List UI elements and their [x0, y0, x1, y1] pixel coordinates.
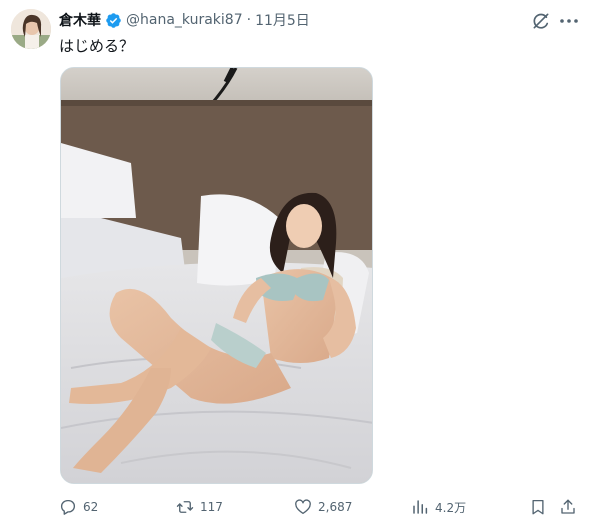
retweet-button[interactable]: 117 [176, 496, 223, 518]
tweet-date[interactable]: 11月5日 [255, 10, 310, 30]
like-button[interactable]: 2,687 [294, 496, 352, 518]
more-dots-icon[interactable] [558, 11, 580, 31]
reply-count: 62 [83, 500, 99, 514]
grok-icon[interactable] [531, 11, 551, 31]
bookmark-button[interactable] [529, 496, 547, 518]
share-icon [561, 499, 575, 514]
reply-icon [60, 499, 75, 515]
views-button[interactable]: 4.2万 [411, 496, 466, 518]
views-count: 4.2万 [435, 500, 467, 515]
reply-button[interactable]: 62 [59, 496, 98, 518]
views-chart-icon [413, 500, 428, 514]
like-count: 2,687 [318, 500, 353, 514]
tweet-photo[interactable] [60, 67, 373, 484]
verified-badge-icon [105, 12, 122, 29]
header-separator: · [246, 12, 252, 28]
tweet-header: 倉木華 @hana_kuraki87 · 11月5日 [59, 10, 310, 30]
bookmark-icon [532, 499, 544, 515]
retweet-count: 117 [200, 500, 223, 514]
tweet-text: はじめる？ [59, 37, 135, 55]
tweet-action-bar: 62 117 2,687 4.2万 [59, 496, 579, 518]
heart-icon [295, 499, 311, 515]
avatar[interactable] [11, 9, 51, 49]
author-handle[interactable]: @hana_kuraki87 [126, 12, 243, 28]
author-display-name[interactable]: 倉木華 [59, 10, 101, 30]
share-button[interactable] [559, 496, 577, 518]
retweet-icon [176, 501, 194, 513]
